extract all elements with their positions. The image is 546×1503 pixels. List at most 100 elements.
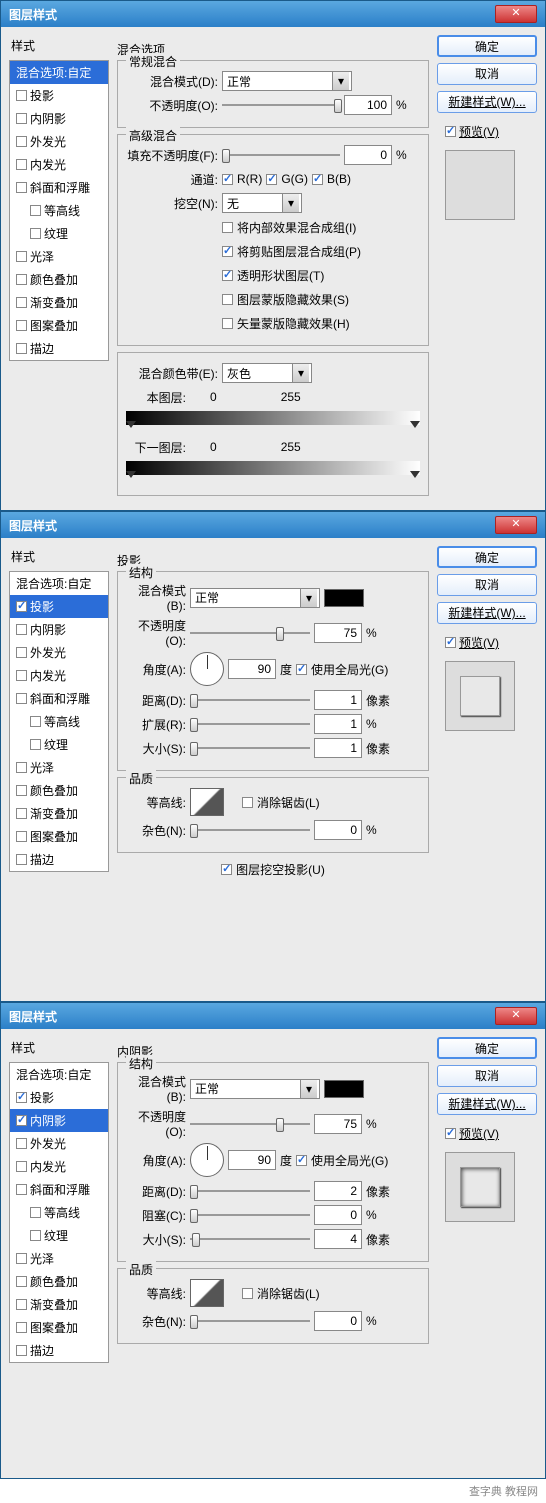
- shadow-color-swatch[interactable]: [324, 1080, 364, 1098]
- checkbox-icon[interactable]: [30, 739, 41, 750]
- sidebar-item-texture[interactable]: 纹理: [10, 1224, 108, 1247]
- checkbox-icon[interactable]: [16, 274, 27, 285]
- sidebar-item-drop-shadow[interactable]: 投影: [10, 84, 108, 107]
- layer-mask-hides-checkbox[interactable]: [222, 294, 233, 305]
- spread-slider[interactable]: [190, 716, 310, 732]
- checkbox-icon[interactable]: [16, 182, 27, 193]
- checkbox-icon[interactable]: [16, 251, 27, 262]
- blend-clipped-checkbox[interactable]: [222, 246, 233, 257]
- checkbox-icon[interactable]: [16, 320, 27, 331]
- sidebar-item-color-overlay[interactable]: 颜色叠加: [10, 1270, 108, 1293]
- noise-input[interactable]: 0: [314, 820, 362, 840]
- sidebar-item-satin[interactable]: 光泽: [10, 245, 108, 268]
- checkbox-icon[interactable]: [16, 1138, 27, 1149]
- close-icon[interactable]: [495, 5, 537, 23]
- sidebar-item-blend-options[interactable]: 混合选项:自定: [10, 61, 108, 84]
- close-icon[interactable]: [495, 1007, 537, 1025]
- this-layer-gradient[interactable]: [126, 411, 420, 425]
- checkbox-icon[interactable]: [16, 113, 27, 124]
- sidebar-item-bevel[interactable]: 斜面和浮雕: [10, 176, 108, 199]
- checkbox-icon[interactable]: [16, 1276, 27, 1287]
- sidebar-item-stroke[interactable]: 描边: [10, 337, 108, 360]
- blend-mode-dropdown[interactable]: 正常: [190, 1079, 320, 1099]
- opacity-input[interactable]: 100: [344, 95, 392, 115]
- shadow-color-swatch[interactable]: [324, 589, 364, 607]
- knockout-dropdown[interactable]: 无: [222, 193, 302, 213]
- cancel-button[interactable]: 取消: [437, 574, 537, 596]
- checkbox-icon[interactable]: [16, 1092, 27, 1103]
- checkbox-icon[interactable]: [16, 90, 27, 101]
- checkbox-icon[interactable]: [30, 205, 41, 216]
- opacity-slider[interactable]: [190, 625, 310, 641]
- titlebar[interactable]: 图层样式: [1, 1, 545, 27]
- ok-button[interactable]: 确定: [437, 546, 537, 568]
- checkbox-icon[interactable]: [30, 1230, 41, 1241]
- sidebar-item-inner-shadow[interactable]: 内阴影: [10, 1109, 108, 1132]
- sidebar-item-inner-shadow[interactable]: 内阴影: [10, 618, 108, 641]
- sidebar-item-pattern-overlay[interactable]: 图案叠加: [10, 825, 108, 848]
- noise-slider[interactable]: [190, 822, 310, 838]
- fill-opacity-input[interactable]: 0: [344, 145, 392, 165]
- sidebar-item-satin[interactable]: 光泽: [10, 756, 108, 779]
- blend-interior-checkbox[interactable]: [222, 222, 233, 233]
- transparency-shapes-checkbox[interactable]: [222, 270, 233, 281]
- cancel-button[interactable]: 取消: [437, 63, 537, 85]
- choke-input[interactable]: 0: [314, 1205, 362, 1225]
- opacity-slider[interactable]: [222, 97, 340, 113]
- sidebar-item-texture[interactable]: 纹理: [10, 222, 108, 245]
- global-light-checkbox[interactable]: [296, 1155, 307, 1166]
- sidebar-item-contour[interactable]: 等高线: [10, 710, 108, 733]
- choke-slider[interactable]: [190, 1207, 310, 1223]
- checkbox-icon[interactable]: [16, 670, 27, 681]
- distance-input[interactable]: 1: [314, 690, 362, 710]
- checkbox-icon[interactable]: [16, 136, 27, 147]
- preview-checkbox[interactable]: [445, 1128, 456, 1139]
- checkbox-icon[interactable]: [16, 1115, 27, 1126]
- sidebar-item-color-overlay[interactable]: 颜色叠加: [10, 268, 108, 291]
- checkbox-icon[interactable]: [16, 831, 27, 842]
- angle-dial[interactable]: [190, 1143, 224, 1177]
- checkbox-icon[interactable]: [16, 785, 27, 796]
- checkbox-icon[interactable]: [30, 1207, 41, 1218]
- checkbox-icon[interactable]: [16, 762, 27, 773]
- channel-g-checkbox[interactable]: [266, 174, 277, 185]
- checkbox-icon[interactable]: [30, 228, 41, 239]
- checkbox-icon[interactable]: [16, 343, 27, 354]
- size-input[interactable]: 1: [314, 738, 362, 758]
- ok-button[interactable]: 确定: [437, 35, 537, 57]
- ok-button[interactable]: 确定: [437, 1037, 537, 1059]
- fill-opacity-slider[interactable]: [222, 147, 340, 163]
- channel-b-checkbox[interactable]: [312, 174, 323, 185]
- sidebar-item-inner-shadow[interactable]: 内阴影: [10, 107, 108, 130]
- sidebar-item-pattern-overlay[interactable]: 图案叠加: [10, 314, 108, 337]
- contour-picker[interactable]: [190, 788, 224, 816]
- channel-r-checkbox[interactable]: [222, 174, 233, 185]
- noise-input[interactable]: 0: [314, 1311, 362, 1331]
- size-input[interactable]: 4: [314, 1229, 362, 1249]
- checkbox-icon[interactable]: [16, 1253, 27, 1264]
- titlebar[interactable]: 图层样式: [1, 512, 545, 538]
- angle-input[interactable]: 90: [228, 659, 276, 679]
- new-style-button[interactable]: 新建样式(W)...: [437, 1093, 537, 1115]
- sidebar-item-inner-glow[interactable]: 内发光: [10, 1155, 108, 1178]
- sidebar-item-inner-glow[interactable]: 内发光: [10, 664, 108, 687]
- new-style-button[interactable]: 新建样式(W)...: [437, 602, 537, 624]
- opacity-slider[interactable]: [190, 1116, 310, 1132]
- sidebar-item-pattern-overlay[interactable]: 图案叠加: [10, 1316, 108, 1339]
- sidebar-item-bevel[interactable]: 斜面和浮雕: [10, 1178, 108, 1201]
- opacity-input[interactable]: 75: [314, 623, 362, 643]
- sidebar-item-color-overlay[interactable]: 颜色叠加: [10, 779, 108, 802]
- size-slider[interactable]: [190, 1231, 310, 1247]
- sidebar-item-gradient-overlay[interactable]: 渐变叠加: [10, 802, 108, 825]
- blend-mode-dropdown[interactable]: 正常: [222, 71, 352, 91]
- noise-slider[interactable]: [190, 1313, 310, 1329]
- sidebar-item-inner-glow[interactable]: 内发光: [10, 153, 108, 176]
- sidebar-item-contour[interactable]: 等高线: [10, 199, 108, 222]
- sidebar-item-drop-shadow[interactable]: 投影: [10, 1086, 108, 1109]
- checkbox-icon[interactable]: [16, 808, 27, 819]
- vector-mask-hides-checkbox[interactable]: [222, 318, 233, 329]
- sidebar-item-satin[interactable]: 光泽: [10, 1247, 108, 1270]
- sidebar-item-blend-options[interactable]: 混合选项:自定: [10, 1063, 108, 1086]
- checkbox-icon[interactable]: [16, 624, 27, 635]
- checkbox-icon[interactable]: [30, 716, 41, 727]
